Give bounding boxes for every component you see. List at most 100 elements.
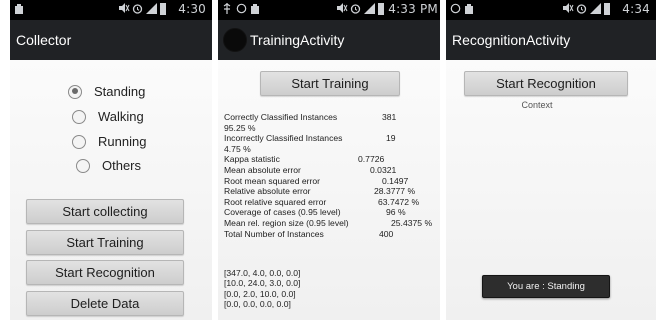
radio-indicator <box>72 134 86 149</box>
stat-label: Root mean squared error <box>224 175 321 186</box>
radio-label: Standing <box>94 84 146 99</box>
matrix-row: [10.0, 24.0, 3.0, 0.0] <box>224 278 301 289</box>
radio-others[interactable]: Others <box>76 158 141 173</box>
status-time: 4:34 <box>622 2 650 16</box>
stat-row: Total Number of Instances 400 <box>224 228 393 240</box>
context-label: Context <box>521 100 553 110</box>
start-training-button[interactable]: Start Training <box>260 71 400 96</box>
matrix-row: [347.0, 4.0, 0.0, 0.0] <box>224 268 301 278</box>
start-recognition-button[interactable]: Start Recognition <box>26 260 184 285</box>
stat-row: 4.75 % <box>224 144 349 155</box>
notification-icon <box>236 3 247 15</box>
stat-label: Incorrectly Classified Instances <box>224 133 343 144</box>
stat-label: 4.75 % <box>224 143 251 154</box>
delete-data-button[interactable]: Delete Data <box>26 291 184 316</box>
stat-row: 95.25 % <box>224 123 349 134</box>
recognition-content: Start Recognition Context You are : Stan… <box>446 60 656 320</box>
stat-row: Coverage of cases (0.95 level) 96 % <box>224 207 406 218</box>
status-right-icons <box>562 3 610 15</box>
mute-icon <box>562 3 574 15</box>
radio-label: Running <box>98 134 147 149</box>
stat-row: Root relative squared error 63.7472 % <box>224 196 419 208</box>
radio-indicator <box>76 158 90 173</box>
alarm-icon <box>350 3 361 15</box>
status-right-icons <box>118 3 166 15</box>
battery-icon <box>160 3 166 15</box>
collector-screen: 4:30 Collector Standing Walking Running … <box>10 0 212 320</box>
stat-value: 25.4375 % <box>391 217 433 228</box>
usb-icon <box>222 3 232 15</box>
radio-label: Others <box>102 158 142 173</box>
start-recognition-button[interactable]: Start Recognition <box>464 71 628 96</box>
stat-value: 0.0321 <box>370 164 397 175</box>
stat-row: Correctly Classified Instances 381 <box>224 112 396 123</box>
status-bar: 4:30 <box>10 0 212 20</box>
radio-standing[interactable]: Standing <box>68 84 145 99</box>
notification-icon <box>450 3 461 15</box>
action-bar: Collector <box>10 20 212 60</box>
page-title: TrainingActivity <box>250 32 345 48</box>
page-title: Collector <box>16 32 72 48</box>
radio-running[interactable]: Running <box>72 134 146 149</box>
battery-icon <box>604 3 610 15</box>
stat-row: Relative absolute error 28.3777 % <box>224 186 415 197</box>
notification-icon <box>464 3 474 15</box>
stat-label: 95.25 % <box>224 122 256 133</box>
training-screen: 4:33 PM TrainingActivity Start Training … <box>218 0 440 320</box>
status-time: 4:33 PM <box>388 2 438 16</box>
alarm-icon <box>132 3 143 15</box>
mute-icon <box>336 3 348 15</box>
notification-icon <box>250 3 260 15</box>
stat-row: Kappa statistic 0.7726 <box>224 154 384 165</box>
radio-label: Walking <box>98 109 144 124</box>
page-title: RecognitionActivity <box>452 32 571 48</box>
mute-icon <box>118 3 130 15</box>
training-content: Start Training Correctly Classified Inst… <box>218 60 440 320</box>
status-bar: 4:33 PM <box>218 0 440 20</box>
confusion-matrix: [347.0, 4.0, 0.0, 0.0] [10.0, 24.0, 3.0,… <box>224 268 300 310</box>
status-left-icons <box>14 3 24 15</box>
stat-value: 96 % <box>386 207 406 218</box>
signal-icon <box>146 3 157 15</box>
radio-walking[interactable]: Walking <box>72 109 144 124</box>
stat-value: 63.7472 % <box>378 196 420 207</box>
stat-label: Root relative squared error <box>224 196 327 207</box>
activity-toast: You are : Standing <box>482 275 610 298</box>
recognition-screen: 4:34 RecognitionActivity Start Recogniti… <box>446 0 656 320</box>
signal-icon <box>364 3 375 15</box>
stat-row: Root mean squared error 0.1497 <box>224 175 408 187</box>
stat-value: 28.3777 % <box>374 186 416 197</box>
app-logo-icon <box>224 29 246 51</box>
status-left-icons <box>450 3 474 15</box>
battery-icon <box>378 3 384 15</box>
collector-content: Standing Walking Running Others Start co… <box>10 60 212 320</box>
start-collecting-button[interactable]: Start collecting <box>26 199 184 224</box>
stat-label: Relative absolute error <box>224 186 311 197</box>
stat-row: Mean rel. region size (0.95 level) 25.437… <box>224 217 432 229</box>
stat-label: Kappa statistic <box>224 154 280 165</box>
stat-label: Correctly Classified Instances <box>224 112 338 122</box>
stat-label: Mean absolute error <box>224 164 301 175</box>
stat-value: 400 <box>379 228 394 239</box>
status-time: 4:30 <box>178 2 206 16</box>
start-training-button[interactable]: Start Training <box>26 230 184 255</box>
radio-indicator <box>68 84 82 99</box>
status-left-icons <box>222 3 260 15</box>
status-right-icons <box>336 3 384 15</box>
matrix-row: [0.0, 2.0, 10.0, 0.0] <box>224 288 296 299</box>
radio-indicator <box>72 109 86 124</box>
stat-value: 0.1497 <box>382 175 409 186</box>
stat-label: Coverage of cases (0.95 level) <box>224 207 341 218</box>
matrix-row: [0.0, 0.0, 0.0, 0.0] <box>224 299 291 310</box>
stat-row: Incorrectly Classified Instances 19 <box>224 133 396 144</box>
stat-label: Mean rel. region size (0.95 level) <box>224 217 349 228</box>
action-bar: RecognitionActivity <box>446 20 656 60</box>
stat-row: Mean absolute error 0.0321 <box>224 164 396 176</box>
alarm-icon <box>576 3 587 15</box>
action-bar: TrainingActivity <box>218 20 440 60</box>
stat-value: 19 <box>386 133 396 144</box>
stat-label: Total Number of Instances <box>224 228 324 239</box>
stat-value: 0.7726 <box>358 154 385 165</box>
status-bar: 4:34 <box>446 0 656 20</box>
stat-value: 381 <box>382 112 397 122</box>
